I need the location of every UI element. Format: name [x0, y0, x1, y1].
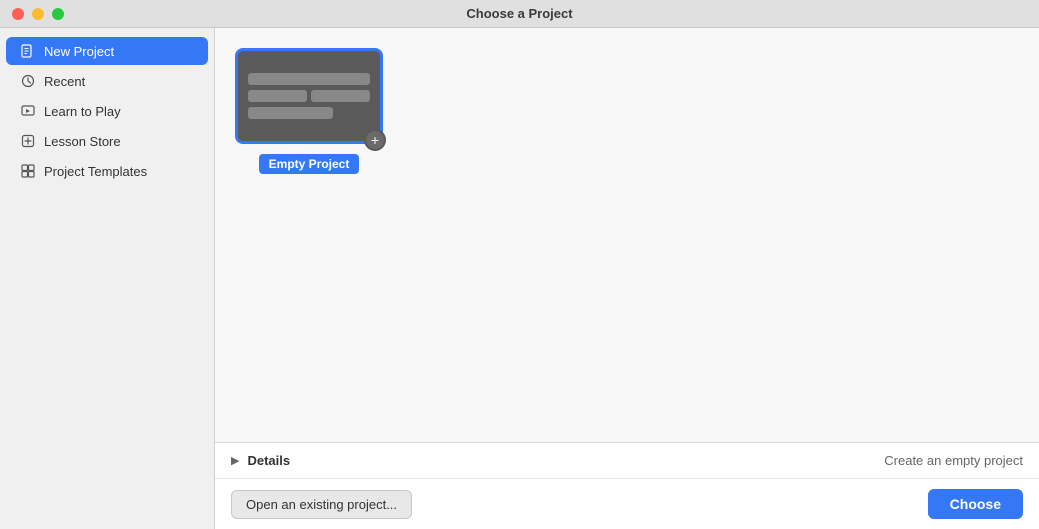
sidebar-item-learn-to-play-label: Learn to Play [44, 104, 121, 119]
sidebar: New Project Recent Learn to Play [0, 28, 215, 529]
lesson-store-icon [20, 133, 36, 149]
plus-icon: + [364, 129, 386, 151]
learn-to-play-icon [20, 103, 36, 119]
sidebar-item-learn-to-play[interactable]: Learn to Play [6, 97, 208, 125]
window-controls [12, 8, 64, 20]
sidebar-item-lesson-store[interactable]: Lesson Store [6, 127, 208, 155]
close-button[interactable] [12, 8, 24, 20]
project-grid: + Empty Project [215, 28, 1039, 442]
empty-project-card[interactable]: + Empty Project [235, 48, 383, 174]
details-row: ▶ Details Create an empty project [215, 443, 1039, 479]
sidebar-item-project-templates[interactable]: Project Templates [6, 157, 208, 185]
actions-row: Open an existing project... Choose [215, 479, 1039, 529]
window-title: Choose a Project [466, 6, 572, 21]
maximize-button[interactable] [52, 8, 64, 20]
sidebar-item-new-project[interactable]: New Project [6, 37, 208, 65]
bottom-bar: ▶ Details Create an empty project Open a… [215, 442, 1039, 529]
main-container: New Project Recent Learn to Play [0, 28, 1039, 529]
content-area: + Empty Project ▶ Details Create an empt… [215, 28, 1039, 529]
sidebar-item-recent[interactable]: Recent [6, 67, 208, 95]
minimize-button[interactable] [32, 8, 44, 20]
new-project-icon [20, 43, 36, 59]
titlebar: Choose a Project [0, 0, 1039, 28]
sidebar-item-new-project-label: New Project [44, 44, 114, 59]
open-existing-button[interactable]: Open an existing project... [231, 490, 412, 519]
card-thumbnail: + [235, 48, 383, 144]
project-templates-icon [20, 163, 36, 179]
sidebar-item-recent-label: Recent [44, 74, 85, 89]
choose-button[interactable]: Choose [928, 489, 1023, 519]
details-description: Create an empty project [884, 453, 1023, 468]
sidebar-item-project-templates-label: Project Templates [44, 164, 147, 179]
card-label: Empty Project [259, 154, 360, 174]
recent-icon [20, 73, 36, 89]
chevron-right-icon: ▶ [231, 454, 239, 467]
sidebar-item-lesson-store-label: Lesson Store [44, 134, 121, 149]
details-label: Details [247, 453, 290, 468]
